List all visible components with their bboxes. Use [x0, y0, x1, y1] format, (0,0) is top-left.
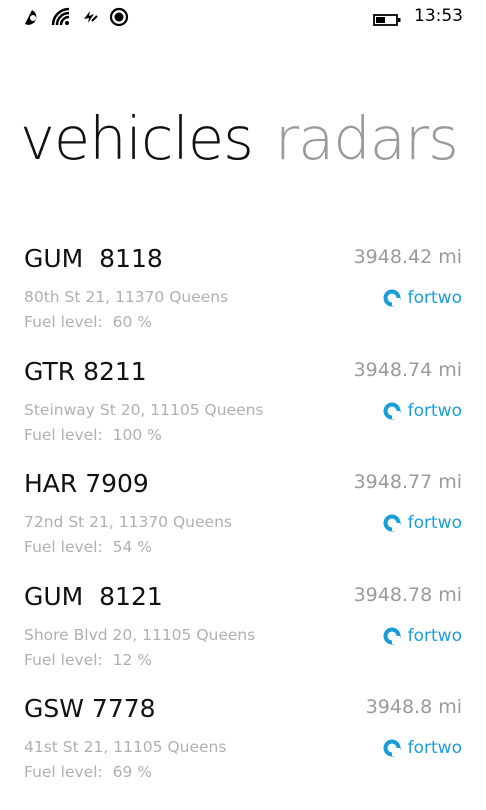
- vehicle-model-label: fortwo: [407, 288, 462, 308]
- vehicle-item[interactable]: HAR 7909 3948.77 mi 72nd St 21, 11370 Qu…: [0, 465, 486, 578]
- data-connection-icon: [80, 7, 100, 27]
- vehicle-address: Shore Blvd 20, 11105 Queens: [24, 625, 256, 644]
- clock: 13:53: [414, 6, 463, 26]
- vehicle-plate: GSW 7778: [24, 694, 156, 723]
- vehicle-plate: GUM 8121: [24, 581, 163, 611]
- vehicle-item[interactable]: GTR 8211 3948.74 mi Steinway St 20, 1110…: [0, 353, 486, 466]
- car-model-icon: [383, 739, 401, 757]
- vehicle-address: Steinway St 20, 11105 Queens: [24, 400, 264, 419]
- wifi-icon: [51, 7, 71, 27]
- car-model-icon: [383, 289, 401, 307]
- location-icon: [109, 7, 129, 27]
- vehicle-item[interactable]: GUM 8118 3948.42 mi 80th St 21, 11370 Qu…: [0, 240, 486, 353]
- pivot-item-radars[interactable]: radars: [275, 104, 459, 173]
- car-model-icon: [383, 402, 401, 420]
- vehicle-distance: 3948.77 mi: [353, 471, 462, 493]
- vehicle-fuel-level: Fuel level: 60 %: [24, 313, 152, 331]
- vehicle-distance: 3948.8 mi: [365, 696, 462, 718]
- car-model-icon: [383, 627, 401, 645]
- vehicle-address: 41st St 21, 11105 Queens: [24, 738, 227, 756]
- vehicle-fuel-level: Fuel level: 12 %: [24, 650, 152, 669]
- pivot-item-vehicles[interactable]: vehicles: [20, 104, 254, 173]
- notification-icon: [22, 7, 42, 27]
- vehicle-fuel-level: Fuel level: 69 %: [24, 763, 152, 781]
- status-icons: [22, 7, 129, 27]
- vehicle-address: 80th St 21, 11370 Queens: [24, 288, 229, 306]
- vehicle-model: fortwo: [383, 738, 462, 758]
- vehicle-model-label: fortwo: [407, 513, 462, 533]
- car-model-icon: [383, 514, 401, 532]
- vehicle-list: GUM 8118 3948.42 mi 80th St 21, 11370 Qu…: [0, 240, 486, 803]
- vehicle-distance: 3948.74 mi: [353, 358, 462, 381]
- vehicle-plate: HAR 7909: [24, 469, 149, 498]
- vehicle-fuel-level: Fuel level: 54 %: [24, 538, 152, 556]
- vehicle-model-label: fortwo: [407, 400, 462, 421]
- vehicle-model: fortwo: [383, 401, 462, 421]
- battery-icon: [373, 11, 401, 26]
- vehicle-plate: GTR 8211: [24, 356, 147, 386]
- vehicle-item[interactable]: GSW 7778 3948.8 mi 41st St 21, 11105 Que…: [0, 690, 486, 803]
- vehicle-plate: GUM 8118: [24, 244, 163, 273]
- vehicle-model-label: fortwo: [407, 738, 462, 758]
- pivot-header: vehicles radars: [20, 104, 480, 173]
- vehicle-model-label: fortwo: [407, 625, 462, 646]
- vehicle-model: fortwo: [383, 288, 462, 308]
- vehicle-item[interactable]: GUM 8121 3948.78 mi Shore Blvd 20, 11105…: [0, 578, 486, 691]
- vehicle-distance: 3948.78 mi: [353, 583, 462, 606]
- vehicle-model: fortwo: [383, 626, 462, 646]
- status-bar: 13:53: [0, 0, 486, 36]
- vehicle-distance: 3948.42 mi: [353, 246, 462, 268]
- vehicle-model: fortwo: [383, 513, 462, 533]
- vehicle-address: 72nd St 21, 11370 Queens: [24, 513, 232, 531]
- vehicle-fuel-level: Fuel level: 100 %: [24, 425, 162, 444]
